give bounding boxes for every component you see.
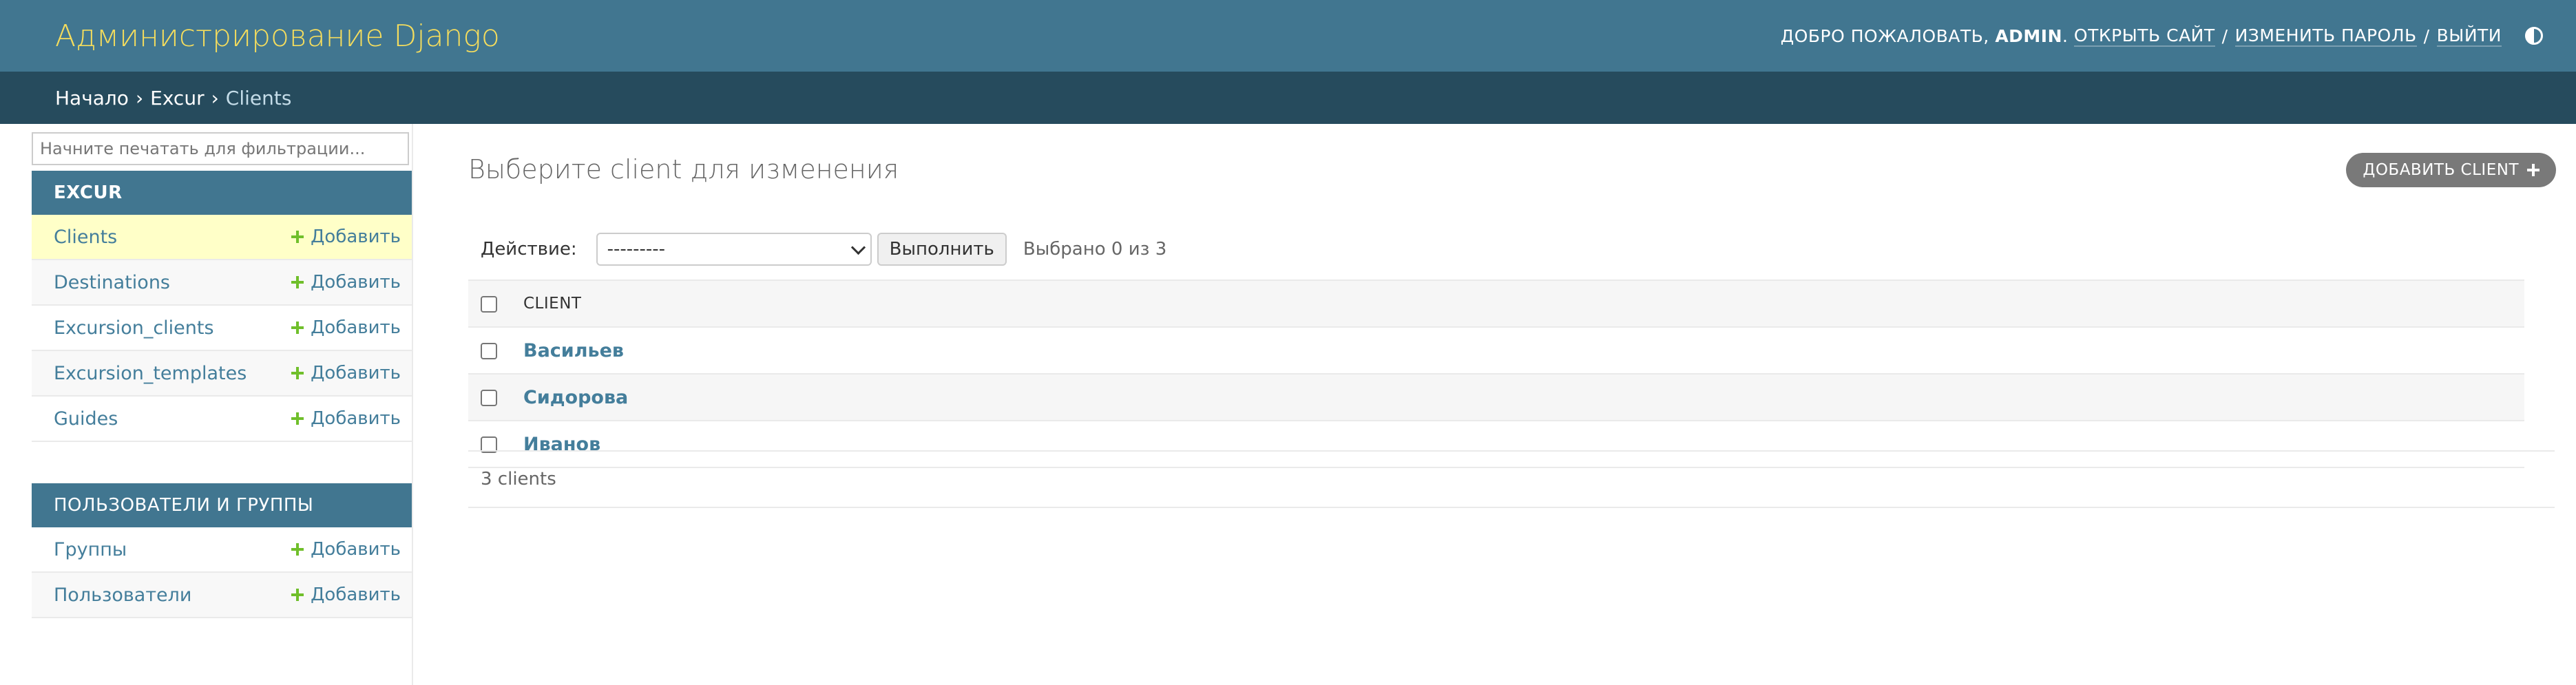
theme-toggle-icon[interactable] — [2525, 27, 2543, 45]
nav-filter-input[interactable] — [32, 132, 409, 165]
app-module-excur: Excur Clients Добавить Destinations Доба… — [32, 171, 412, 442]
header: Администрирование Django Добро пожаловат… — [0, 0, 2576, 72]
plus-icon — [291, 367, 304, 379]
action-select[interactable]: --------- — [596, 233, 872, 266]
site-name-link[interactable]: Администрирование Django — [55, 19, 500, 54]
plus-icon — [2527, 164, 2540, 176]
main-content: Выберите client для изменения Добавить c… — [468, 124, 2556, 685]
model-link[interactable]: Excursion_clients — [54, 317, 214, 339]
breadcrumb-home[interactable]: Начало — [55, 87, 129, 109]
model-link[interactable]: Пользователи — [54, 584, 191, 606]
row-link[interactable]: Сидорова — [523, 387, 628, 408]
model-link[interactable]: Destinations — [54, 272, 170, 293]
app-caption[interactable]: Excur — [32, 171, 412, 215]
add-link[interactable]: Добавить — [291, 584, 401, 605]
action-label: Действие: — [481, 239, 577, 260]
sidebar-item-groups: Группы Добавить — [32, 527, 412, 573]
row-checkbox[interactable] — [481, 343, 497, 359]
selection-counter: Выбрано 0 из 3 — [1023, 239, 1167, 260]
add-link[interactable]: Добавить — [291, 272, 401, 293]
plus-icon — [291, 231, 304, 243]
logout-link[interactable]: Выйти — [2436, 25, 2502, 47]
view-site-link[interactable]: Открыть сайт — [2073, 25, 2215, 47]
user-tools: Добро пожаловать, admin. Открыть сайт / … — [1781, 25, 2543, 47]
sidebar-item-guides: Guides Добавить — [32, 397, 412, 442]
change-password-link[interactable]: Изменить пароль — [2234, 25, 2417, 47]
sidebar-item-destinations: Destinations Добавить — [32, 260, 412, 306]
welcome-text: Добро пожаловать, — [1780, 25, 1989, 46]
separator: / — [2221, 25, 2228, 46]
add-link[interactable]: Добавить — [291, 317, 401, 338]
row-link[interactable]: Васильев — [523, 340, 624, 361]
table-header-row: Client — [468, 280, 2524, 328]
plus-icon — [291, 589, 304, 601]
plus-icon — [291, 276, 304, 288]
paginator: 3 clients — [468, 450, 2555, 508]
nav-sidebar: Excur Clients Добавить Destinations Доба… — [30, 124, 413, 685]
row-checkbox[interactable] — [481, 390, 497, 406]
plus-icon — [291, 412, 304, 425]
breadcrumb-separator: › — [135, 86, 144, 109]
model-link[interactable]: Guides — [54, 408, 118, 430]
page-title: Выберите client для изменения — [468, 154, 899, 185]
chevron-down-icon — [850, 240, 866, 255]
add-link[interactable]: Добавить — [291, 226, 401, 247]
sidebar-item-users: Пользователи Добавить — [32, 573, 412, 618]
plus-icon — [291, 543, 304, 556]
sidebar-item-excursion-templates: Excursion_templates Добавить — [32, 351, 412, 397]
add-link[interactable]: Добавить — [291, 539, 401, 560]
result-count: 3 clients — [481, 469, 556, 489]
model-link[interactable]: Clients — [54, 226, 117, 248]
go-button[interactable]: Выполнить — [877, 233, 1007, 266]
add-link[interactable]: Добавить — [291, 408, 401, 429]
sidebar-item-excursion-clients: Excursion_clients Добавить — [32, 306, 412, 351]
breadcrumb-app[interactable]: Excur — [150, 87, 204, 109]
app-caption[interactable]: Пользователи и группы — [32, 483, 412, 527]
separator: / — [2423, 25, 2430, 46]
add-client-button[interactable]: Добавить client — [2346, 153, 2556, 187]
column-header-client[interactable]: Client — [523, 295, 581, 313]
select-all-checkbox[interactable] — [481, 295, 497, 313]
actions-bar: Действие: --------- Выполнить Выбрано 0 … — [468, 231, 2555, 267]
model-link[interactable]: Excursion_templates — [54, 363, 247, 384]
action-select-value: --------- — [607, 239, 666, 260]
breadcrumb-separator: › — [211, 86, 219, 109]
sidebar-item-clients: Clients Добавить — [32, 215, 412, 260]
table-row: Сидорова — [468, 374, 2524, 421]
breadcrumb-current: Clients — [225, 86, 292, 109]
result-table: Client Васильев Сидорова Иванов — [468, 280, 2524, 468]
username: admin — [1995, 25, 2063, 46]
app-module-auth: Пользователи и группы Группы Добавить По… — [32, 483, 412, 618]
model-link[interactable]: Группы — [54, 539, 127, 560]
add-link[interactable]: Добавить — [291, 363, 401, 383]
breadcrumb: Начало › Excur › Clients — [0, 72, 2576, 124]
plus-icon — [291, 322, 304, 334]
table-row: Васильев — [468, 327, 2524, 375]
